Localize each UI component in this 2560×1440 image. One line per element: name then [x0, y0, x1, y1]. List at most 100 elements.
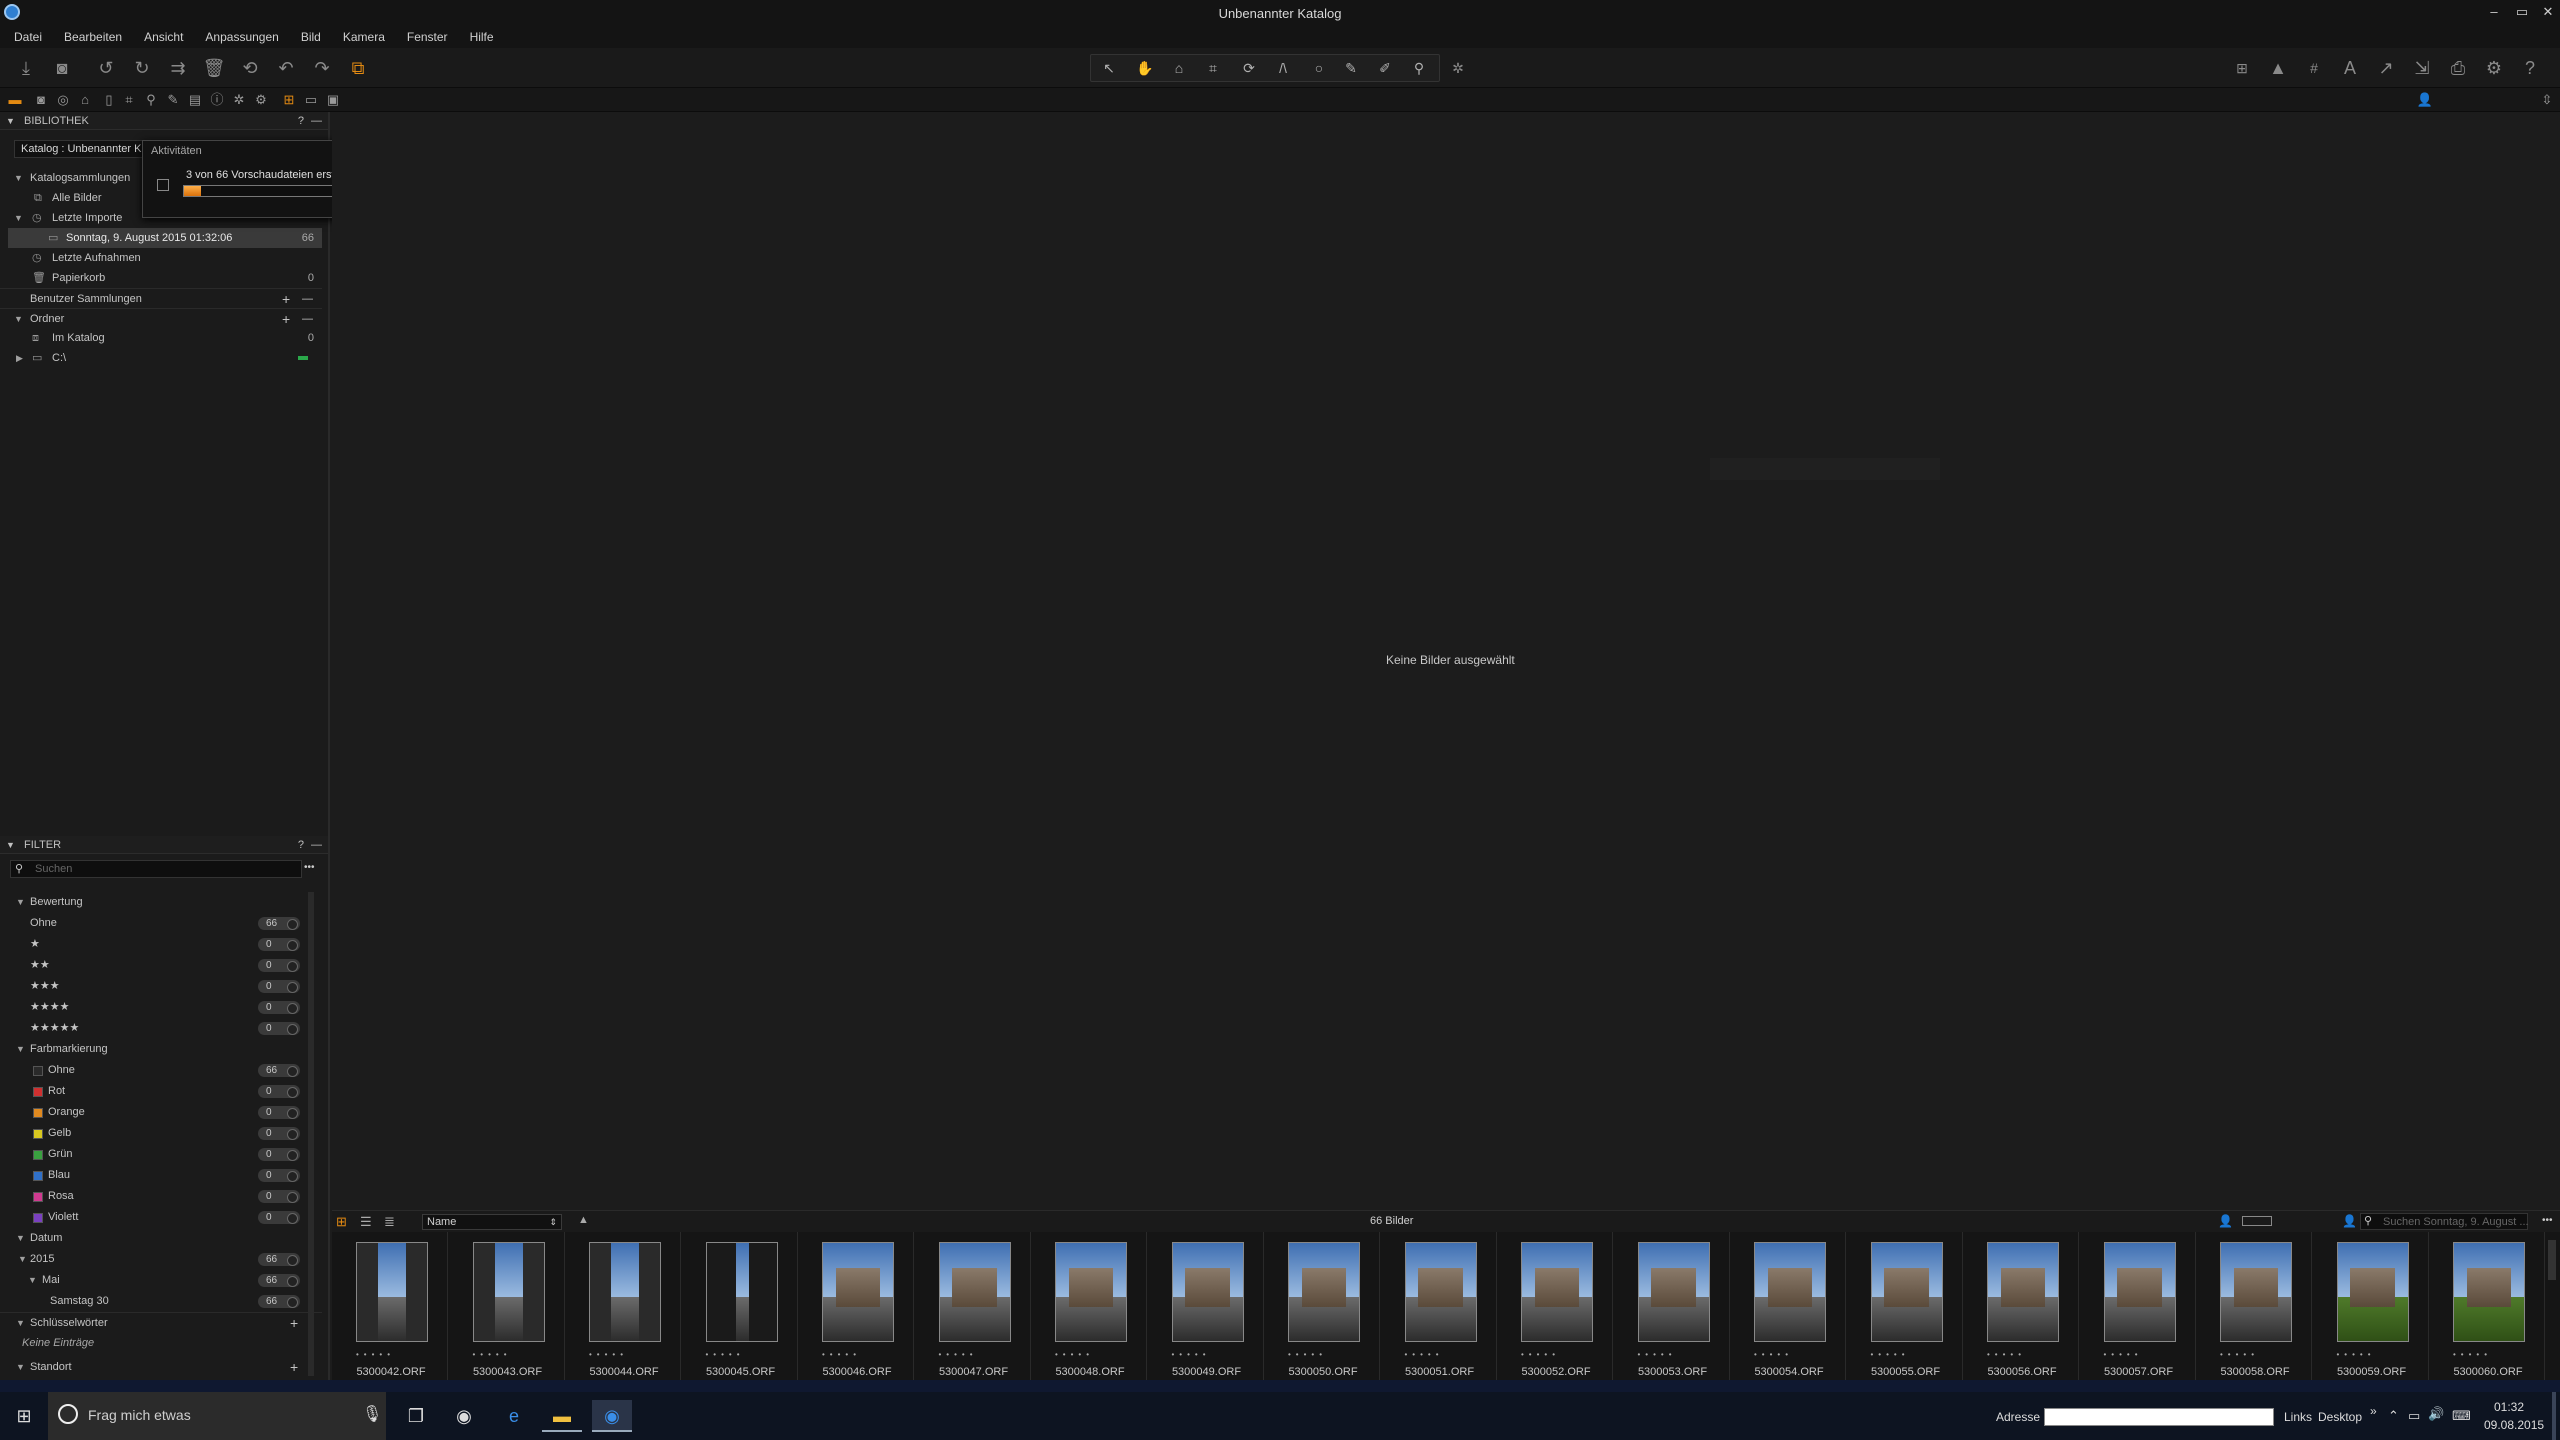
thumbnail-image[interactable] [356, 1242, 428, 1342]
filter-date-row[interactable]: ▼ Mai 66 [0, 1270, 322, 1290]
links-toolbar[interactable]: Links [2284, 1410, 2312, 1424]
remove-icon[interactable]: — [302, 309, 313, 329]
filter-date-row[interactable]: Samstag 30 66 [0, 1291, 322, 1311]
app-globe-icon[interactable]: ◉ [444, 1400, 484, 1432]
thumbnail-cell[interactable]: ••••• 5300053.ORF [1616, 1232, 1730, 1380]
filter-section-farbmarkierung[interactable]: ▼ Farbmarkierung [0, 1039, 322, 1059]
filter-options-icon[interactable]: ••• [304, 862, 315, 873]
filter-color-row[interactable]: Grün 0 [0, 1144, 322, 1164]
photo-app-taskbar-icon[interactable]: ◉ [592, 1400, 632, 1432]
user-icon[interactable]: 👤 [2416, 92, 2434, 108]
filter-color-row[interactable]: Orange 0 [0, 1102, 322, 1122]
filter-rating-row[interactable]: ★★★★ 0 [0, 997, 322, 1017]
thumbnail-grid-icon[interactable]: ⊞ [336, 1214, 347, 1230]
detail-view-icon[interactable]: ≣ [384, 1214, 395, 1230]
tree-item-ordner[interactable]: ▼ Ordner + — [0, 308, 322, 328]
move-icon[interactable]: ⇉ [166, 56, 190, 80]
thumbnail-rating-dots[interactable]: ••••• [706, 1350, 782, 1359]
crop-tool-icon[interactable]: ⌗ [1199, 57, 1227, 79]
count-toggle[interactable]: 0 [258, 1106, 300, 1119]
adjustments-tab-icon[interactable]: ✲ [230, 92, 248, 108]
thumbnail-rating-dots[interactable]: ••••• [1638, 1350, 1714, 1359]
tree-item-import-session[interactable]: ▭ Sonntag, 9. August 2015 01:32:06 66 [8, 228, 322, 248]
maximize-button[interactable]: ▭ [2508, 4, 2536, 24]
single-view-toggle-icon[interactable]: ▭ [302, 92, 320, 108]
undo-icon[interactable]: ↶ [274, 56, 298, 80]
rotate-left-icon[interactable]: ↺ [94, 56, 118, 80]
list-view-icon[interactable]: ☰ [360, 1214, 372, 1230]
thumbnail-cell[interactable]: ••••• 5300045.ORF [684, 1232, 798, 1380]
loupe-tool-icon[interactable]: ⌂ [1165, 57, 1193, 79]
clock-time[interactable]: 01:32 [2484, 1400, 2534, 1414]
show-desktop-button[interactable] [2552, 1392, 2556, 1440]
filter-color-row[interactable]: Rot 0 [0, 1081, 322, 1101]
thumbnail-image[interactable] [1404, 1242, 1477, 1342]
filter-section-datum[interactable]: ▼ Datum [0, 1228, 322, 1248]
cortana-search-box[interactable]: Frag mich etwas 🎙 [48, 1392, 386, 1440]
network-icon[interactable]: ▭ [2408, 1408, 2420, 1424]
image-viewer[interactable]: Keine Bilder ausgewählt [332, 112, 2560, 1210]
color-tab-icon[interactable]: ⌂ [76, 92, 94, 108]
thumbnail-cell[interactable]: ••••• 5300042.ORF [334, 1232, 448, 1380]
thumbnail-rating-dots[interactable]: ••••• [1754, 1350, 1830, 1359]
menu-fenster[interactable]: Fenster [407, 28, 448, 48]
count-toggle[interactable]: 0 [258, 1022, 300, 1035]
crop-tab-icon[interactable]: ⌗ [120, 92, 138, 108]
menu-hilfe[interactable]: Hilfe [470, 28, 494, 48]
brush-tool-icon[interactable]: ✎ [1337, 57, 1365, 79]
import-icon[interactable]: ⤓ [14, 56, 38, 80]
thumbnail-cell[interactable]: ••••• 5300055.ORF [1849, 1232, 1963, 1380]
count-toggle[interactable]: 0 [258, 1001, 300, 1014]
activity-cancel-checkbox[interactable] [157, 179, 169, 191]
thumbnail-image[interactable] [1637, 1242, 1710, 1342]
count-toggle[interactable]: 0 [258, 1127, 300, 1140]
volume-icon[interactable]: 🔊 [2428, 1406, 2444, 1422]
thumbnail-cell[interactable]: ••••• 5300052.ORF [1499, 1232, 1613, 1380]
thumbnail-rating-dots[interactable]: ••••• [2104, 1350, 2180, 1359]
count-toggle[interactable]: 0 [258, 938, 300, 951]
menu-datei[interactable]: Datei [14, 28, 42, 48]
count-toggle[interactable]: 0 [258, 1190, 300, 1203]
thumbnail-rating-dots[interactable]: ••••• [1871, 1350, 1947, 1359]
filter-section-schluesselwoerter[interactable]: ▼ Schlüsselwörter + [0, 1312, 322, 1332]
thumbnail-image[interactable] [822, 1242, 894, 1342]
clock-date[interactable]: 09.08.2015 [2484, 1418, 2544, 1432]
filter-rating-row[interactable]: ★★★ 0 [0, 976, 322, 996]
count-toggle[interactable]: 0 [258, 1148, 300, 1161]
capture-tab-icon[interactable]: ◙ [32, 92, 50, 108]
export-icon[interactable]: ↗ [2374, 56, 2398, 80]
filter-header[interactable]: ▼ FILTER ? — [0, 836, 328, 854]
lens-tab-icon[interactable]: ◎ [54, 92, 72, 108]
menu-bild[interactable]: Bild [301, 28, 321, 48]
thumbnail-image[interactable] [2103, 1242, 2176, 1342]
filmstrip-scrollbar[interactable] [2548, 1240, 2556, 1280]
windows-start-icon[interactable]: ⊞ [4, 1400, 44, 1432]
tree-item-papierkorb[interactable]: 🗑 Papierkorb 0 [0, 268, 322, 288]
variants-icon[interactable]: ⧉ [346, 56, 370, 80]
add-icon[interactable]: + [290, 1313, 298, 1333]
thumbnail-image[interactable] [1055, 1242, 1127, 1342]
thumbnail-cell[interactable]: ••••• 5300047.ORF [917, 1232, 1031, 1380]
thumbnail-cell[interactable]: ••••• 5300056.ORF [1965, 1232, 2079, 1380]
grid-view-icon[interactable]: ⊞ [2230, 56, 2254, 80]
thumbnail-image[interactable] [705, 1242, 778, 1342]
pan-tool-icon[interactable]: ✋ [1131, 57, 1159, 79]
count-toggle[interactable]: 66 [258, 1274, 300, 1287]
trash-icon[interactable]: 🗑 [202, 56, 226, 80]
library-minimize-icon[interactable]: — [311, 112, 322, 130]
add-icon[interactable]: + [282, 289, 290, 309]
thumbnail-rating-dots[interactable]: ••••• [589, 1350, 665, 1359]
help-icon[interactable]: ? [2518, 56, 2542, 80]
keystone-tool-icon[interactable]: /\ [1269, 57, 1297, 79]
thumbnail-image[interactable] [2336, 1242, 2409, 1342]
thumbnail-cell[interactable]: ••••• 5300060.ORF [2431, 1232, 2545, 1380]
rotate-right-icon[interactable]: ↻ [130, 56, 154, 80]
thumbnail-image[interactable] [1870, 1242, 1943, 1342]
menu-anpassungen[interactable]: Anpassungen [205, 28, 278, 48]
thumbnail-rating-dots[interactable]: ••••• [1055, 1350, 1131, 1359]
count-toggle[interactable]: 0 [258, 1169, 300, 1182]
filter-section-standort[interactable]: ▼ Standort + [0, 1360, 322, 1374]
tree-item-drive-c[interactable]: ▶ ▭ C:\ [0, 348, 322, 368]
tree-item-im-katalog[interactable]: ⧈ Im Katalog 0 [0, 328, 322, 348]
thumbnail-image[interactable] [1754, 1242, 1826, 1342]
